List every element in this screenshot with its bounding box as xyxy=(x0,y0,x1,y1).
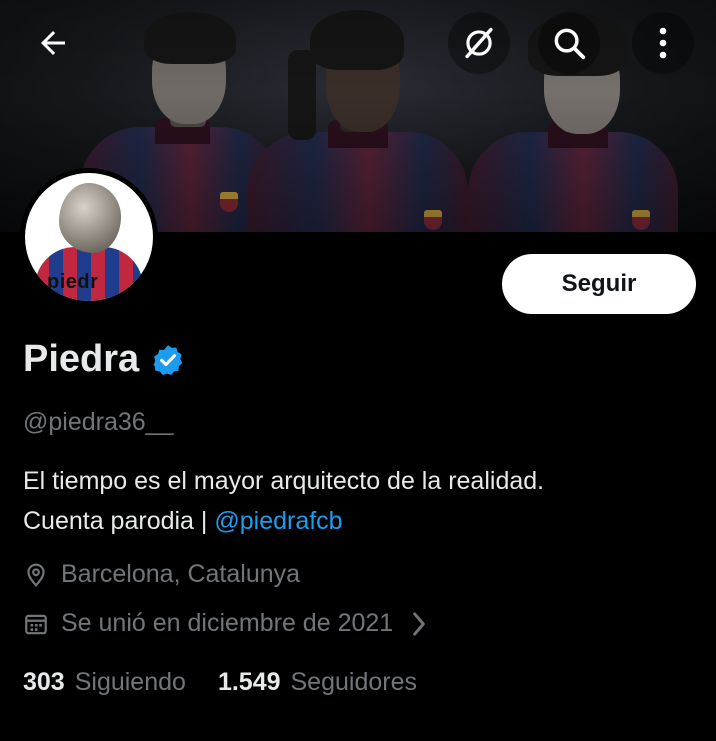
following-label: Siguiendo xyxy=(74,668,186,696)
bio-prefix: Cuenta parodia | xyxy=(23,507,208,535)
location-text: Barcelona, Catalunya xyxy=(61,560,301,588)
search-icon xyxy=(554,28,586,60)
followers-label: Seguidores xyxy=(290,668,417,696)
follow-button[interactable]: Seguir xyxy=(502,254,696,314)
arrow-left-icon xyxy=(41,31,65,55)
profile-name-row: Piedra xyxy=(23,338,185,381)
search-button[interactable] xyxy=(538,12,600,74)
following-count: 303 xyxy=(23,668,65,696)
more-vertical-icon xyxy=(659,27,667,59)
bio-mention-link[interactable]: @piedrafcb xyxy=(214,507,342,535)
profile-joined[interactable]: Se unió en diciembre de 2021 xyxy=(23,609,439,638)
avatar-shirt-text: piedr xyxy=(47,271,99,293)
bio-line-2: Cuenta parodia | @piedrafcb xyxy=(23,501,703,541)
grok-icon xyxy=(465,27,493,59)
followers-stat[interactable]: 1.549 Seguidores xyxy=(218,668,417,697)
profile-handle: @piedra36__ xyxy=(23,408,174,436)
following-stat[interactable]: 303 Siguiendo xyxy=(23,668,186,697)
followers-count: 1.549 xyxy=(217,668,281,696)
profile-name: Piedra xyxy=(23,338,140,380)
chevron-right-icon xyxy=(413,611,425,636)
bio-line-1: El tiempo es el mayor arquitecto de la r… xyxy=(23,467,545,495)
profile-avatar[interactable]: piedr xyxy=(20,168,158,306)
calendar-icon xyxy=(25,614,47,634)
back-button[interactable] xyxy=(22,12,84,74)
profile-location: Barcelona, Catalunya xyxy=(23,560,300,589)
profile-bio: El tiempo es el mayor arquitecto de la r… xyxy=(23,461,703,541)
profile-stats: 303 Siguiendo 1.549 Seguidores xyxy=(23,668,449,697)
location-pin-icon xyxy=(27,563,45,587)
more-options-button[interactable] xyxy=(632,12,694,74)
verified-badge-icon[interactable] xyxy=(151,343,185,377)
grok-button[interactable] xyxy=(448,12,510,74)
profile-page: piedr Seguir Piedra @piedra36__ El tiemp… xyxy=(0,0,716,741)
joined-text: Se unió en diciembre de 2021 xyxy=(61,609,394,637)
